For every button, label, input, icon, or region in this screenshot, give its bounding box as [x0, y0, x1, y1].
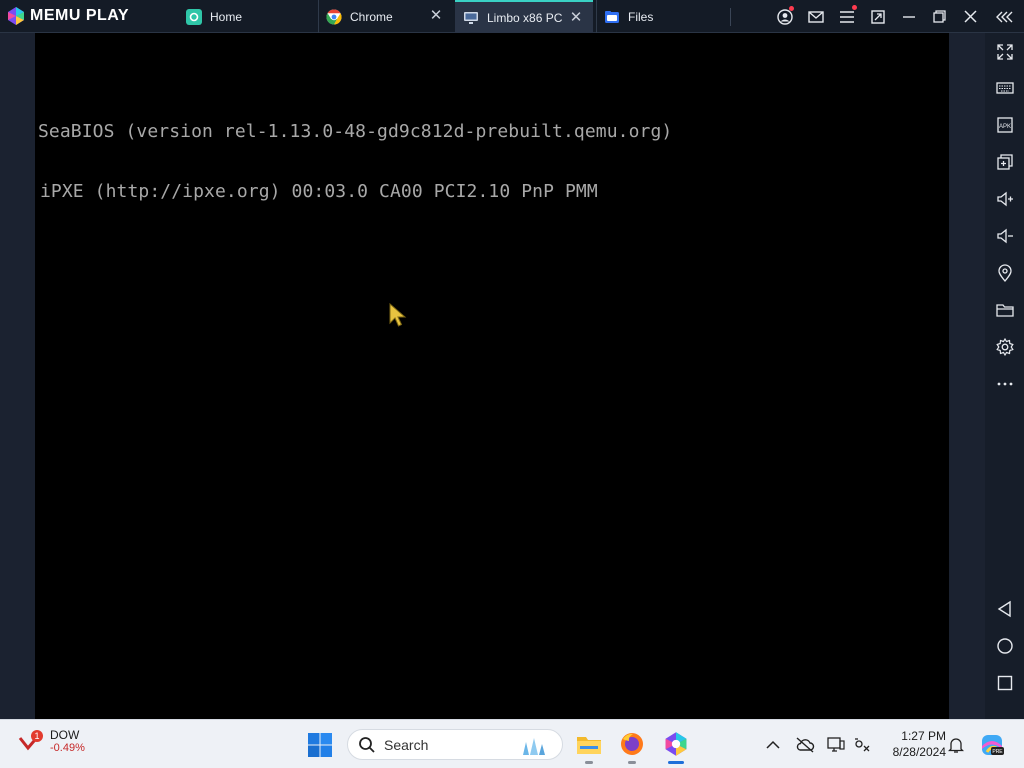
close-tab-icon[interactable]: ✕ [569, 10, 583, 25]
restore-screen-icon[interactable] [862, 0, 893, 33]
volume-up-icon[interactable] [985, 182, 1024, 216]
tab-home[interactable]: Home [180, 0, 315, 33]
tab-label: Limbo x86 PC [487, 10, 563, 25]
stock-change: -0.49% [50, 742, 85, 754]
mail-icon[interactable] [800, 0, 831, 33]
home-icon[interactable] [985, 629, 1024, 663]
tab-files[interactable]: Files [596, 0, 731, 33]
clock-date: 8/28/2024 [892, 745, 946, 759]
firefox-icon[interactable] [618, 730, 646, 764]
minimize-icon[interactable] [893, 0, 924, 33]
display-icon[interactable] [826, 735, 846, 755]
maximize-icon[interactable] [924, 0, 955, 33]
notification-bell-icon[interactable] [946, 735, 966, 755]
stock-badge: 1 [34, 731, 39, 741]
back-icon[interactable] [985, 592, 1024, 626]
emulator-screen[interactable]: SeaBIOS (version rel-1.13.0-48-gd9c812d-… [35, 33, 949, 719]
emulator-toolbar: APK [985, 33, 1024, 719]
multi-instance-icon[interactable] [985, 145, 1024, 179]
memu-logo: MEMU PLAY [0, 0, 180, 33]
copilot-icon[interactable]: PRE [979, 732, 1005, 758]
mouse-cursor-icon [389, 303, 407, 327]
taskbar: 1 DOW -0.49% Search 1:27 PM 8/28/2024 PR… [0, 719, 1024, 768]
network-icon[interactable] [852, 735, 872, 755]
fullscreen-icon[interactable] [985, 35, 1024, 69]
screen-margin-left [0, 33, 35, 719]
keyboard-icon[interactable] [985, 71, 1024, 105]
recents-icon[interactable] [985, 666, 1024, 700]
svg-text:APK: APK [998, 124, 1010, 130]
search-icon [359, 736, 375, 753]
file-explorer-icon[interactable] [575, 730, 603, 764]
brand-name: MEMU PLAY [30, 7, 130, 24]
window-controls [769, 0, 1024, 33]
title-bar: MEMU PLAY Home Chrome ✕ Limbo x86 PC ✕ F… [0, 0, 1024, 33]
taskbar-search[interactable]: Search [347, 729, 563, 760]
location-icon[interactable] [985, 256, 1024, 290]
settings-icon[interactable] [985, 330, 1024, 364]
tab-limbo[interactable]: Limbo x86 PC ✕ [455, 0, 593, 33]
account-icon[interactable] [769, 0, 800, 33]
volume-down-icon[interactable] [985, 219, 1024, 253]
more-icon[interactable] [985, 367, 1024, 401]
screen-margin-right [949, 33, 985, 719]
divider [730, 8, 731, 26]
tab-label: Chrome [350, 9, 393, 24]
svg-text:PRE: PRE [992, 749, 1003, 755]
folder-icon[interactable] [985, 293, 1024, 327]
close-tab-icon[interactable]: ✕ [429, 8, 443, 23]
stock-name: DOW [50, 728, 80, 742]
clock-time: 1:27 PM [901, 729, 946, 743]
stock-down-icon: 1 [18, 728, 44, 754]
menu-icon[interactable] [831, 0, 862, 33]
cloud-offline-icon[interactable] [795, 735, 815, 755]
stock-widget[interactable]: 1 DOW -0.49% [18, 728, 85, 754]
windows-start-icon[interactable] [307, 732, 333, 758]
search-placeholder: Search [384, 736, 429, 753]
chrome-icon [326, 8, 342, 25]
monitor-icon [463, 10, 479, 26]
chevron-up-icon[interactable] [763, 735, 783, 755]
collapse-sidebar-icon[interactable] [986, 0, 1024, 33]
ipxe-line: iPXE (http://ipxe.org) 00:03.0 CA00 PCI2… [40, 181, 598, 202]
clock[interactable]: 1:27 PM 8/28/2024 [880, 728, 946, 760]
tab-chrome[interactable]: Chrome ✕ [318, 0, 453, 33]
close-icon[interactable] [955, 0, 986, 33]
tab-label: Files [628, 9, 654, 24]
search-highlight-icon [523, 738, 545, 755]
apk-icon[interactable]: APK [985, 108, 1024, 142]
bios-version-line: SeaBIOS (version rel-1.13.0-48-gd9c812d-… [38, 121, 673, 142]
folder-icon [604, 9, 620, 25]
home-app-icon [186, 8, 202, 25]
memu-icon[interactable] [662, 730, 690, 764]
memu-logo-icon [6, 6, 26, 26]
tab-label: Home [210, 9, 243, 24]
